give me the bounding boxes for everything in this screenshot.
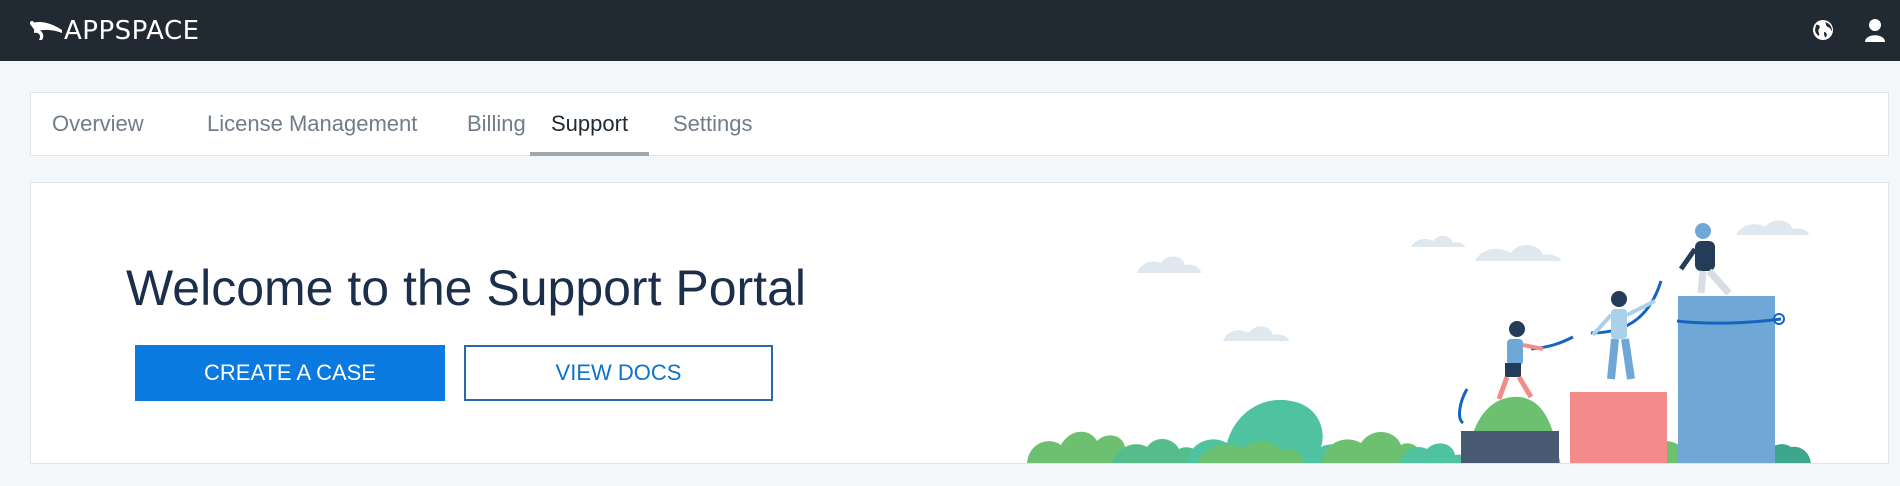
- tab-support[interactable]: Support: [530, 93, 650, 156]
- dark-block: [1461, 431, 1559, 463]
- climber-middle: [1591, 291, 1656, 380]
- brand-name: APPSPACE: [64, 16, 200, 46]
- support-welcome-card: Welcome to the Support Portal CREATE A C…: [30, 182, 1889, 464]
- globe-icon[interactable]: [1810, 16, 1836, 44]
- tab-bar: Overview License Management Billing Supp…: [30, 92, 1889, 156]
- tab-overview[interactable]: Overview: [31, 93, 165, 155]
- tab-settings[interactable]: Settings: [652, 93, 774, 155]
- top-navbar: APPSPACE: [0, 0, 1900, 61]
- support-illustration: [1027, 220, 1811, 463]
- appspace-logo-icon: [30, 21, 62, 40]
- user-icon[interactable]: [1862, 16, 1888, 44]
- climber-small: [1496, 321, 1544, 400]
- appspace-logo[interactable]: APPSPACE: [28, 16, 200, 46]
- page-title: Welcome to the Support Portal: [126, 260, 806, 316]
- tab-license-management[interactable]: License Management: [186, 93, 438, 155]
- create-case-button[interactable]: CREATE A CASE: [135, 345, 445, 401]
- climber-top: [1678, 223, 1732, 296]
- pink-block: [1570, 392, 1667, 463]
- view-docs-button[interactable]: VIEW DOCS: [464, 345, 773, 401]
